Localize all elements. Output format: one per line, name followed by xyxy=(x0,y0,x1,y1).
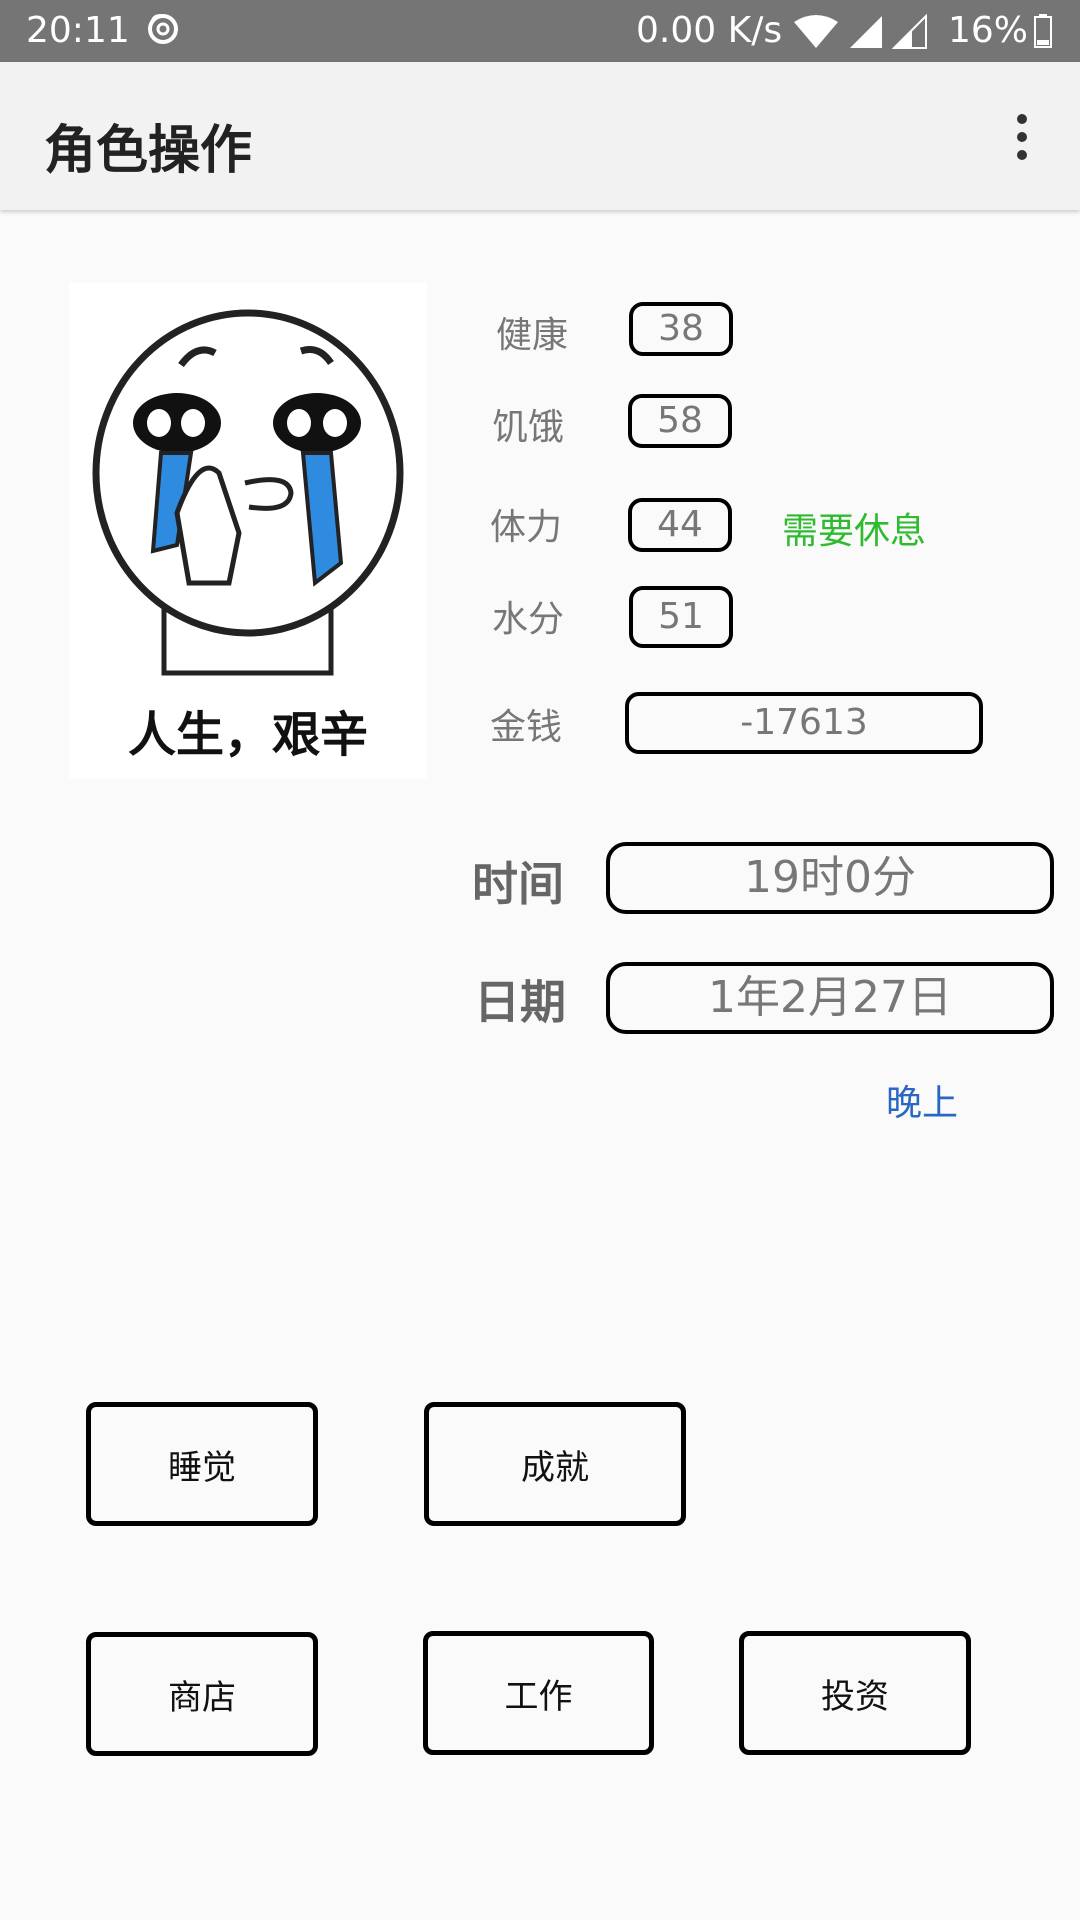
achievements-button[interactable]: 成就 xyxy=(424,1402,686,1526)
status-bar: 20:11 0.00 K/s 16% xyxy=(0,0,1080,62)
date-label: 日期 xyxy=(474,975,566,1029)
signal-icon-secondary xyxy=(892,14,927,49)
page-title: 角色操作 xyxy=(44,121,253,181)
sleep-button[interactable]: 睡觉 xyxy=(86,1402,318,1526)
hunger-label: 饥饿 xyxy=(492,407,565,448)
shop-button[interactable]: 商店 xyxy=(86,1632,318,1756)
notification-swirl-icon xyxy=(148,14,178,44)
overflow-menu-icon[interactable] xyxy=(1000,106,1044,166)
stamina-value: 44 xyxy=(628,498,732,552)
rest-needed-hint: 需要休息 xyxy=(782,511,927,552)
battery-icon xyxy=(1034,14,1052,48)
money-label: 金钱 xyxy=(490,707,563,748)
time-period: 晚上 xyxy=(886,1083,959,1124)
crying-face-image xyxy=(92,309,404,676)
water-value: 51 xyxy=(629,586,733,648)
wifi-icon xyxy=(794,15,838,48)
work-button[interactable]: 工作 xyxy=(423,1631,654,1755)
time-value: 19时0分 xyxy=(606,842,1054,914)
avatar-caption: 人生，艰辛 xyxy=(127,707,368,763)
invest-button[interactable]: 投资 xyxy=(739,1631,971,1755)
network-speed: 0.00 K/s xyxy=(636,10,783,51)
water-label: 水分 xyxy=(492,599,565,640)
character-avatar: 人生，艰辛 xyxy=(69,283,427,779)
status-time: 20:11 xyxy=(26,10,130,51)
health-label: 健康 xyxy=(496,315,569,356)
health-value: 38 xyxy=(629,302,733,356)
app-bar: 角色操作 xyxy=(0,62,1080,210)
hunger-value: 58 xyxy=(628,394,732,448)
money-value: -17613 xyxy=(625,692,983,754)
stamina-label: 体力 xyxy=(490,507,563,548)
date-value: 1年2月27日 xyxy=(606,962,1054,1034)
battery-percent: 16% xyxy=(948,10,1029,51)
signal-icon xyxy=(850,16,882,48)
time-label: 时间 xyxy=(472,857,564,911)
